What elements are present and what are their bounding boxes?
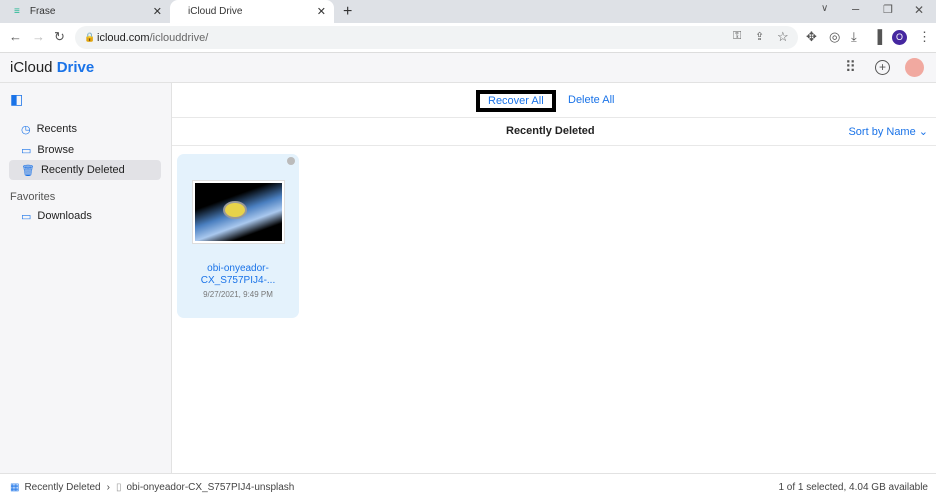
file-icon: ▯ — [115, 481, 122, 493]
address-bar-row: ← → ↻ 🔒 icloud.com/iclouddrive/ ⚿ ⇪ ☆ ✥ … — [0, 23, 936, 53]
sidebar: ◧ ◷ Recents ▭ Browse 🗑 Recently Deleted Fav… — [0, 83, 172, 473]
tab-title: iCloud Drive — [188, 6, 243, 17]
path-root[interactable]: Recently Deleted — [24, 482, 100, 493]
new-tab-button[interactable]: + — [343, 3, 352, 21]
bat-emblem-icon — [223, 201, 247, 219]
key-icon[interactable]: ⚿ — [733, 30, 741, 43]
close-window-button[interactable]: ✕ — [914, 3, 924, 17]
account-avatar[interactable] — [905, 58, 924, 77]
clock-icon: ◷ — [21, 123, 31, 136]
close-tab-icon[interactable]: ✕ — [317, 5, 326, 18]
url-domain: icloud.com — [97, 31, 150, 44]
sidebar-item-label: Browse — [37, 144, 75, 156]
chevron-down-icon: ⌄ — [918, 126, 928, 138]
status-bar: ▦ Recently Deleted › ▯ obi-onyeador-CX_S… — [0, 473, 936, 500]
side-panel-icon[interactable]: ▐ — [873, 29, 882, 44]
file-item[interactable]: obi-onyeador- CX_S757PIJ4-... 9/27/2021,… — [177, 154, 299, 318]
back-icon[interactable]: ← — [9, 29, 22, 44]
sidebar-item-label: Downloads — [37, 210, 92, 222]
logo-accent: Drive — [56, 59, 95, 76]
star-icon[interactable]: ☆ — [777, 29, 789, 45]
trash-icon: 🗑 — [21, 164, 35, 177]
app-header: iCloud Drive ⠿ + — [0, 53, 936, 83]
apps-grid-icon[interactable]: ⠿ — [845, 58, 856, 76]
info-icon[interactable] — [287, 157, 295, 165]
file-thumbnail — [192, 180, 285, 244]
file-name: CX_S757PIJ4-... — [200, 275, 276, 286]
app-logo[interactable]: iCloud Drive — [10, 59, 94, 76]
favorites-heading: Favorites — [10, 191, 56, 203]
folder-icon: ▭ — [21, 144, 32, 157]
sidebar-item-label: Recents — [36, 123, 77, 135]
view-header: Recently Deleted Sort by Name ⌄ — [172, 118, 936, 146]
recover-all-button[interactable]: Recover All — [476, 90, 556, 112]
logo-text: iCloud — [10, 59, 53, 76]
delete-all-button[interactable]: Delete All — [568, 94, 614, 106]
restore-button[interactable]: ❐ — [883, 3, 893, 16]
profile-avatar[interactable]: O — [892, 30, 907, 45]
minimize-button[interactable]: – — [852, 1, 859, 16]
tab-title: Frase — [29, 6, 56, 17]
sidebar-item-recently-deleted[interactable]: 🗑 Recently Deleted — [9, 160, 161, 180]
folder-icon: ▦ — [10, 481, 20, 493]
sort-button[interactable]: Sort by Name ⌄ — [848, 125, 928, 138]
url-input[interactable]: 🔒 icloud.com/iclouddrive/ ⚿ ⇪ ☆ — [75, 26, 798, 49]
main-content: Recover All Delete All Recently Deleted … — [172, 83, 936, 473]
url-path: /iclouddrive/ — [149, 31, 209, 44]
download-icon[interactable]: ⤓ — [851, 29, 857, 45]
folder-icon: ▭ — [21, 210, 32, 223]
tab-frase[interactable]: ≡ Frase ✕ — [6, 0, 170, 23]
extensions-icon[interactable]: ✥ — [806, 29, 817, 45]
reload-icon[interactable]: ↻ — [54, 29, 65, 45]
tab-bar: ≡ Frase ✕ iCloud Drive ✕ + ∨ – ❐ ✕ — [0, 0, 936, 23]
lock-icon: 🔒 — [84, 32, 96, 42]
forward-icon[interactable]: → — [32, 29, 45, 44]
sidebar-item-browse[interactable]: ▭ Browse — [9, 140, 161, 160]
chevron-right-icon: › — [106, 481, 110, 493]
page-title: Recently Deleted — [506, 125, 595, 137]
file-name: obi-onyeador- — [207, 263, 269, 274]
sidebar-item-downloads[interactable]: ▭ Downloads — [9, 206, 161, 226]
sidebar-toggle-icon[interactable]: ◧ — [10, 91, 23, 108]
extension-icon[interactable]: ◎ — [829, 29, 840, 45]
add-icon[interactable]: + — [875, 60, 890, 75]
tab-search-icon[interactable]: ∨ — [821, 3, 828, 14]
sidebar-item-label: Recently Deleted — [40, 164, 125, 176]
file-date: 9/27/2021, 9:49 PM — [203, 290, 273, 299]
sidebar-item-recents[interactable]: ◷ Recents — [9, 119, 161, 139]
menu-icon[interactable]: ⋮ — [918, 29, 931, 45]
sort-label: Sort by Name — [848, 126, 916, 138]
share-icon[interactable]: ⇪ — [755, 30, 764, 43]
tab-icloud[interactable]: iCloud Drive ✕ — [170, 0, 334, 23]
toolbar: Recover All Delete All — [172, 83, 936, 118]
frase-icon: ≡ — [14, 6, 20, 17]
status-text: 1 of 1 selected, 4.04 GB available — [778, 481, 928, 493]
path-file: obi-onyeador-CX_S757PIJ4-unsplash — [126, 481, 295, 493]
close-tab-icon[interactable]: ✕ — [153, 5, 162, 18]
